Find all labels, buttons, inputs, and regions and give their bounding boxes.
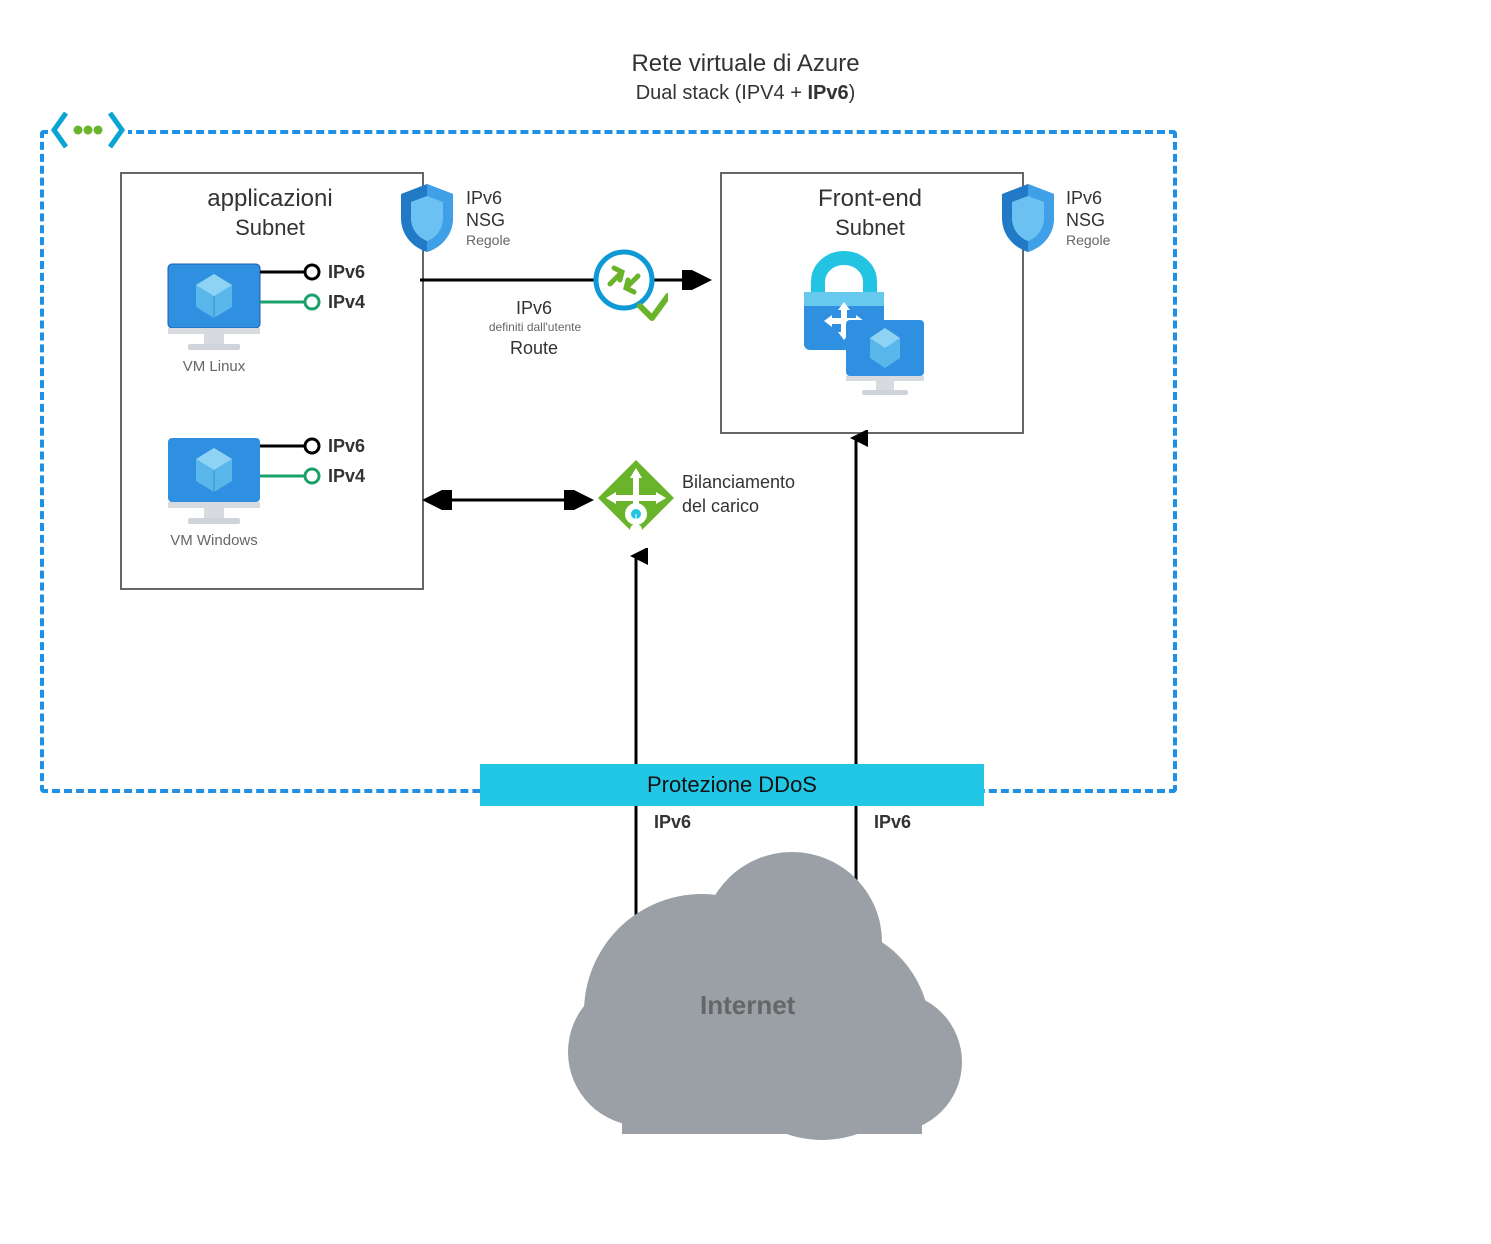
ddos-label: Protezione DDoS xyxy=(647,772,817,798)
shield-icon xyxy=(996,182,1060,256)
title-main: Rete virtuale di Azure xyxy=(0,50,1491,78)
route-arrow xyxy=(420,270,716,290)
applications-subnet-title1: applicazioni xyxy=(120,185,420,213)
vm-windows-nic-icon xyxy=(260,436,330,492)
title-sub: Dual stack (IPV4 + IPv6) xyxy=(0,82,1491,105)
ddos-bar: Protezione DDoS xyxy=(480,764,984,806)
frontend-subnet-title2: Subnet xyxy=(720,215,1020,241)
vm-linux-ipv6-label: IPv6 xyxy=(328,262,365,283)
title-sub-prefix: Dual stack (IPV4 + xyxy=(636,82,808,104)
vm-windows-caption: VM Windows xyxy=(160,532,268,549)
applications-subnet-title2: Subnet xyxy=(120,215,420,241)
arrow-fe-ddos xyxy=(844,430,868,768)
vm-linux-icon xyxy=(160,256,268,356)
vm-linux-ipv4-label: IPv4 xyxy=(328,292,365,313)
nsg-app-line3: Regole xyxy=(466,232,510,248)
nsg-app-line1: IPv6 xyxy=(466,188,502,209)
route-line1: IPv6 xyxy=(474,298,594,319)
nsg-fe-line3: Regole xyxy=(1066,232,1110,248)
cloud-icon xyxy=(552,822,972,1152)
lb-line1: Bilanciamento xyxy=(682,472,795,493)
nsg-app-line2: NSG xyxy=(466,210,505,231)
nsg-fe-line1: IPv6 xyxy=(1066,188,1102,209)
vm-windows-ipv4-label: IPv4 xyxy=(328,466,365,487)
route-peering-icon xyxy=(592,248,668,324)
vnet-icon xyxy=(48,105,128,155)
arrow-lb-ddos xyxy=(624,548,648,768)
title-sub-suffix: ) xyxy=(849,82,856,104)
arrow-subnet-lb xyxy=(420,490,596,510)
route-small: definiti dall'utente xyxy=(470,320,600,334)
internet-label: Internet xyxy=(700,990,795,1021)
frontend-subnet-title1: Front-end xyxy=(720,185,1020,213)
shield-icon xyxy=(395,182,459,256)
vm-linux-caption: VM Linux xyxy=(160,358,268,375)
lb-line2: del carico xyxy=(682,496,759,517)
vm-windows-icon xyxy=(160,430,268,530)
vm-linux-nic-icon xyxy=(260,262,330,318)
route-line2: Route xyxy=(474,338,594,359)
title-sub-ipv6: IPv6 xyxy=(807,82,848,104)
nsg-fe-line2: NSG xyxy=(1066,210,1105,231)
frontend-app-icon xyxy=(782,246,932,406)
diagram-stage: Rete virtuale di Azure Dual stack (IPV4 … xyxy=(0,0,1491,1244)
load-balancer-icon xyxy=(596,458,676,550)
vm-windows-ipv6-label: IPv6 xyxy=(328,436,365,457)
